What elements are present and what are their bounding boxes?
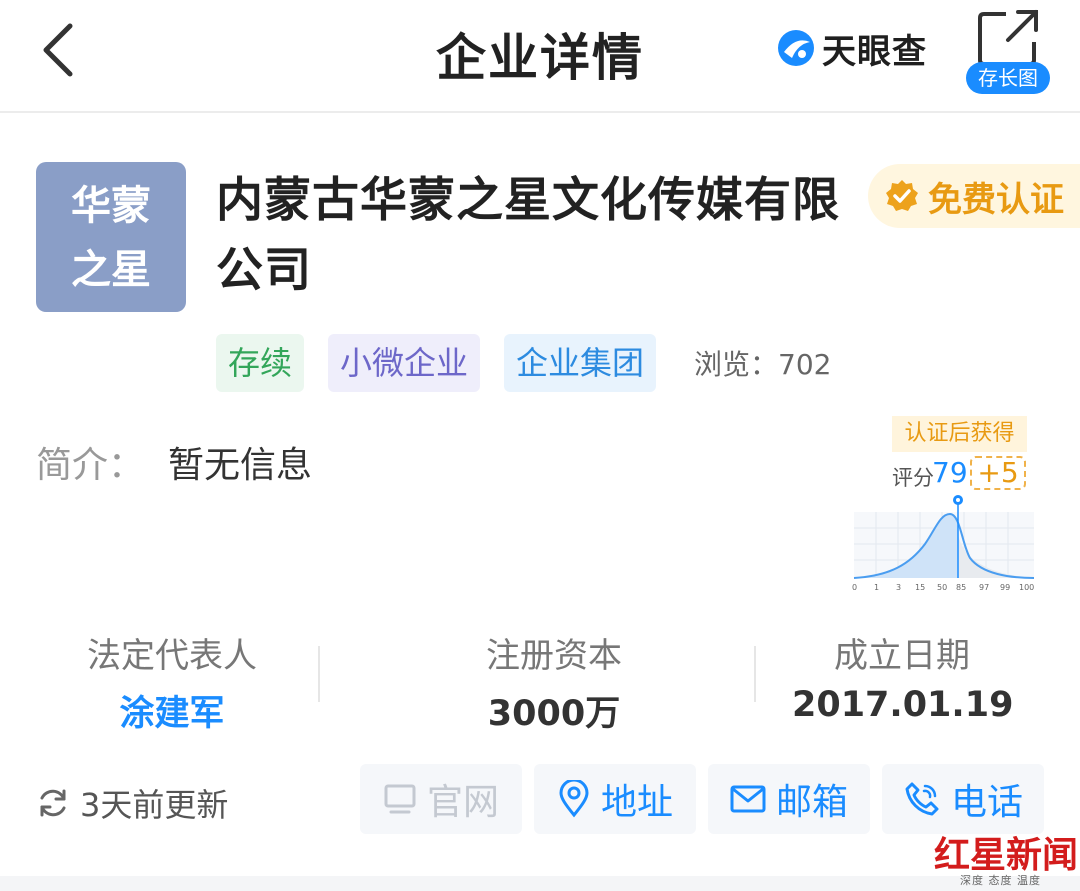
axis-tick: 15 — [915, 583, 925, 592]
divider — [318, 646, 320, 702]
company-logo-line1: 华蒙 — [71, 183, 151, 229]
legal-rep-link[interactable]: 涂建军 — [62, 685, 282, 736]
watermark-slogan: 深度 态度 温度 — [960, 874, 1041, 887]
capital-value: 3000万 — [487, 694, 621, 734]
share-icon — [978, 10, 1038, 66]
phone-label: 电话 — [950, 782, 1023, 823]
company-name: 内蒙古华蒙之星文化传媒有限公司 — [216, 173, 840, 298]
mail-icon — [730, 784, 766, 814]
axis-tick: 85 — [956, 583, 966, 592]
capital-label: 注册资本 — [486, 636, 622, 676]
location-pin-icon — [557, 780, 591, 818]
watermark-title: 红星新闻 — [934, 834, 1079, 876]
phone-icon — [903, 780, 941, 818]
status-tag[interactable]: 存续 — [216, 334, 305, 392]
axis-tick: 1 — [874, 583, 879, 592]
website-label: 官网 — [426, 782, 499, 823]
company-logo-line2: 之星 — [71, 247, 151, 293]
company-tags: 存续 小微企业 企业集团 浏览：702 — [216, 334, 832, 392]
company-logo: 华蒙 之星 — [36, 162, 186, 312]
legal-rep-label: 法定代表人 — [87, 636, 257, 676]
score-label: 评分 — [892, 466, 934, 490]
founded-value: 2017.01.19 — [792, 685, 1014, 725]
news-watermark: 红星新闻 深度 态度 温度 — [930, 822, 1080, 891]
axis-tick: 0 — [852, 583, 857, 592]
verified-badge-icon — [886, 180, 918, 211]
axis-tick: 97 — [979, 583, 989, 592]
refresh-icon — [40, 789, 66, 817]
axis-tick: 3 — [896, 583, 901, 592]
company-intro: 简介： 暂无信息 — [36, 436, 312, 488]
email-label: 邮箱 — [775, 782, 848, 823]
founded-label: 成立日期 — [834, 636, 970, 676]
save-long-image-button[interactable]: 存长图 — [966, 8, 1052, 94]
legal-representative: 法定代表人 涂建军 — [62, 628, 282, 736]
free-verify-label: 免费认证 — [928, 179, 1064, 220]
website-button[interactable]: 官网 — [360, 764, 522, 834]
group-tag[interactable]: 企业集团 — [504, 334, 657, 392]
brand-logo: 天眼查 — [776, 26, 927, 72]
divider — [754, 646, 756, 702]
email-button[interactable]: 邮箱 — [708, 764, 870, 834]
scale-tag[interactable]: 小微企业 — [328, 334, 481, 392]
save-long-image-label: 存长图 — [966, 62, 1050, 94]
update-time: 3天前更新 — [80, 786, 229, 824]
free-verify-button[interactable]: 免费认证 — [868, 164, 1080, 228]
intro-value: 暂无信息 — [168, 445, 313, 486]
refresh-button[interactable]: 3天前更新 — [36, 780, 228, 826]
axis-tick: 50 — [937, 583, 947, 592]
score-bonus: +5 — [970, 456, 1026, 490]
axis-tick: 99 — [1000, 583, 1010, 592]
intro-label: 简介： — [36, 445, 145, 486]
axis-tick: 100 — [1019, 583, 1034, 592]
top-bar: 企业详情 天眼查 存长图 — [0, 0, 1080, 113]
score-distribution-chart: 0 1 3 15 50 85 97 99 100 — [852, 495, 1034, 592]
score-tip: 认证后获得 — [892, 416, 1027, 452]
brand-mark-icon — [778, 30, 814, 66]
registered-capital: 注册资本 3000万 — [444, 628, 664, 736]
computer-icon — [383, 782, 417, 816]
bottom-band — [0, 876, 1080, 891]
address-button[interactable]: 地址 — [534, 764, 696, 834]
score-widget[interactable]: 认证后获得 评分 79 +5 0 1 3 15 50 85 97 99 100 — [850, 416, 1040, 596]
brand-name: 天眼查 — [822, 31, 927, 72]
view-count: 浏览：702 — [694, 348, 832, 381]
score-value: 79 — [932, 456, 968, 489]
founded-date: 成立日期 2017.01.19 — [792, 628, 1014, 725]
address-label: 地址 — [600, 782, 673, 823]
